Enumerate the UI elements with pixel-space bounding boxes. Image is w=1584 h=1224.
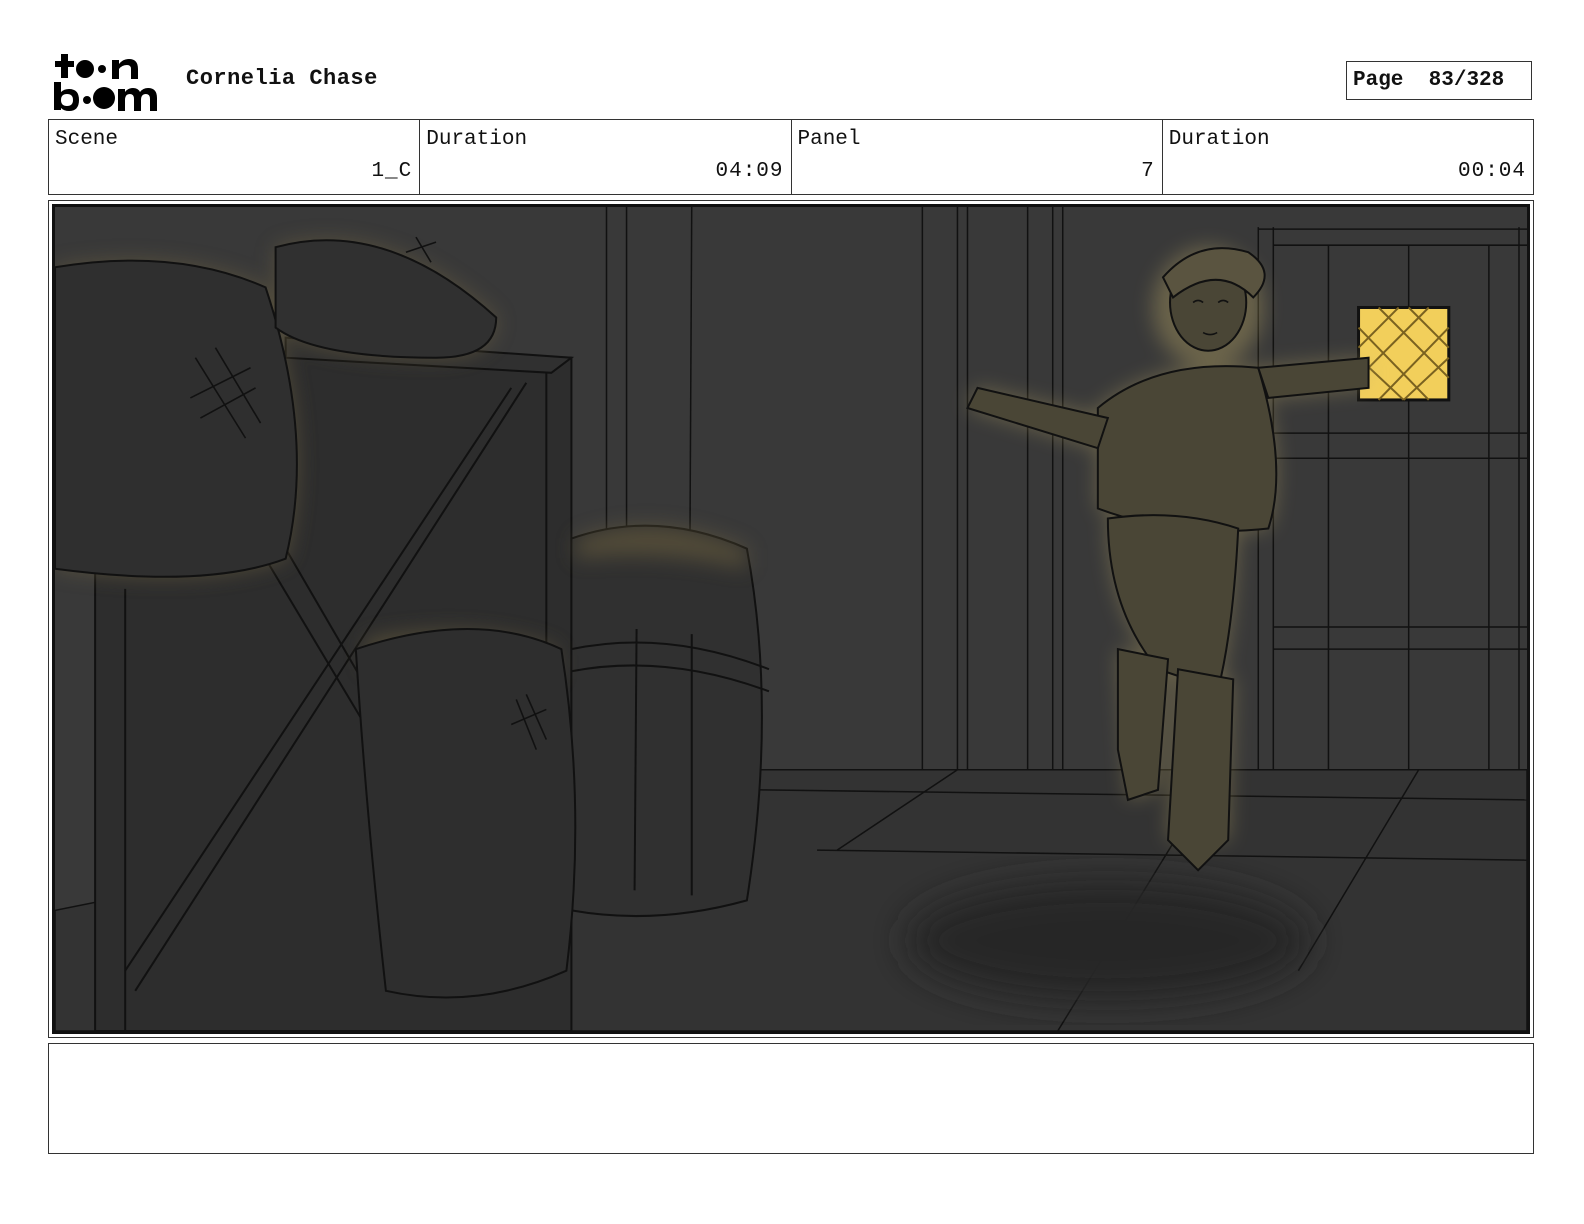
scene-duration-label: Duration	[426, 128, 528, 151]
scene-duration-value: 04:09	[715, 160, 784, 183]
panel-drawing	[55, 207, 1527, 1031]
panel-duration-value: 00:04	[1457, 160, 1526, 183]
project-title: Cornelia Chase	[186, 66, 378, 91]
scene-value: 1_C	[371, 160, 413, 183]
storyboard-panel-image	[52, 204, 1530, 1034]
scene-duration-cell: Duration 04:09	[420, 120, 792, 194]
panel-notes-box	[48, 1043, 1534, 1154]
page-label: Page	[1353, 69, 1404, 92]
panel-info-row: Scene 1_C Duration 04:09 Panel 7 Duratio…	[48, 119, 1534, 195]
storyboard-panel-frame	[48, 200, 1534, 1038]
panel-duration-cell: Duration 00:04	[1163, 120, 1533, 194]
grain-sack	[55, 259, 298, 578]
panel-duration-label: Duration	[1168, 128, 1270, 151]
panel-cell: Panel 7	[792, 120, 1163, 194]
scene-cell: Scene 1_C	[49, 120, 421, 194]
panel-value: 7	[1141, 160, 1155, 183]
scene-label: Scene	[55, 128, 119, 151]
toon-boom-logo	[52, 52, 164, 112]
panel-label: Panel	[797, 128, 861, 151]
grain-sack	[354, 628, 577, 999]
barrel	[570, 524, 763, 918]
page-indicator: Page 83/328	[1346, 61, 1532, 100]
page-number: 83/328	[1428, 69, 1505, 92]
lit-window	[1357, 305, 1451, 402]
